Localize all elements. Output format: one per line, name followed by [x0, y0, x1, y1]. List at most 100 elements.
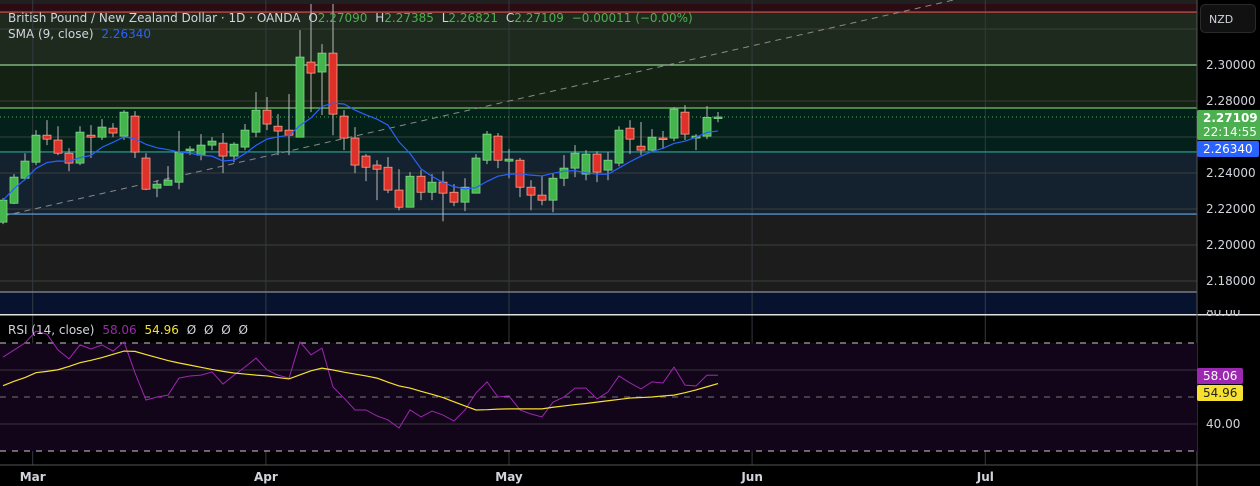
candle-down — [42, 134, 52, 140]
top-strip — [0, 0, 1197, 4]
currency-button[interactable]: NZD — [1200, 4, 1256, 33]
candle-up — [427, 181, 437, 193]
candle-down — [53, 139, 63, 154]
time-axis-label: Jun — [741, 470, 763, 484]
candle-up — [405, 175, 415, 208]
candle-down — [680, 111, 690, 135]
candle-down — [306, 61, 316, 74]
candle-up — [713, 116, 723, 119]
candle-up — [163, 179, 173, 186]
candle-down — [372, 164, 382, 170]
sma-price-tag: 2.26340 — [1197, 141, 1259, 157]
candle-down — [383, 166, 393, 191]
candle-down — [339, 115, 349, 139]
time-axis-label: May — [495, 470, 523, 484]
candle-up — [559, 167, 569, 179]
candle-up — [647, 136, 657, 151]
price-axis-label: 2.28000 — [1206, 94, 1256, 108]
sma-label: SMA (9, close) — [8, 27, 94, 41]
candle-down — [108, 127, 118, 134]
candle-up — [207, 140, 217, 146]
ohlc-close: C2.27109 — [506, 11, 564, 25]
change-value: −0.00011 (−0.00%) — [571, 11, 693, 25]
ohlc-open: O2.27090 — [308, 11, 367, 25]
price-zone — [0, 108, 1197, 152]
rsi-band — [0, 343, 1197, 451]
candle-up — [240, 129, 250, 148]
candle-up — [581, 153, 591, 175]
rsi-legend[interactable]: RSI (14, close) 58.06 54.96 Ø Ø Ø Ø — [8, 323, 252, 337]
candle-up — [570, 152, 580, 169]
rsi-extra-value: Ø — [238, 323, 248, 337]
bar-countdown: 22:14:55 — [1203, 125, 1257, 139]
candle-up — [97, 126, 107, 138]
candle-up — [185, 148, 195, 151]
candle-down — [86, 134, 96, 138]
candle-down — [262, 109, 272, 125]
rsi-ma-tag: 54.96 — [1197, 385, 1244, 401]
candle-down — [273, 125, 283, 132]
candle-up — [0, 199, 8, 223]
candle-up — [548, 177, 558, 201]
rsi-axis-label: 40.00 — [1206, 417, 1241, 431]
candle-down — [658, 137, 668, 140]
sma-value: 2.26340 — [101, 27, 151, 41]
candle-down — [218, 142, 228, 157]
candle-up — [603, 159, 613, 171]
high-label: H — [375, 11, 385, 25]
candle-up — [229, 143, 239, 157]
candle-up — [152, 183, 162, 189]
candle-up — [317, 52, 327, 73]
candle-down — [141, 157, 151, 190]
time-axis-label: Mar — [19, 470, 46, 484]
price-axis-label: 2.30000 — [1206, 58, 1256, 72]
price-zone — [0, 65, 1197, 109]
close-label: C — [505, 11, 515, 25]
rsi-ma-value: 54.96 — [144, 323, 179, 337]
symbol-title: British Pound / New Zealand Dollar · 1D … — [8, 11, 301, 25]
candle-down — [350, 137, 360, 166]
candle-down — [328, 52, 338, 115]
candle-up — [20, 160, 30, 179]
candle-down — [416, 175, 426, 193]
pane-separator — [0, 314, 1260, 316]
candle-up — [174, 151, 184, 183]
rsi-extra-value: Ø — [186, 323, 197, 337]
candle-down — [449, 191, 459, 203]
candle-down — [493, 135, 503, 161]
candle-down — [625, 127, 635, 140]
ohlc-low: L2.26821 — [442, 11, 498, 25]
close-value: 2.27109 — [514, 11, 564, 25]
candle-up — [614, 129, 624, 164]
candle-up — [669, 108, 679, 139]
candle-down — [592, 153, 602, 173]
candle-down — [361, 155, 371, 168]
low-value: 2.26821 — [448, 11, 499, 25]
candle-up — [504, 158, 514, 162]
last-price: 2.27109 — [1203, 111, 1258, 125]
candle-up — [251, 109, 261, 133]
open-value: 2.27090 — [317, 11, 368, 25]
candle-down — [537, 194, 547, 201]
rsi-extra-value: Ø — [203, 323, 214, 337]
time-axis-label: Jul — [976, 470, 994, 484]
rsi-value-tag: 58.06 — [1197, 368, 1244, 384]
candle-down — [526, 186, 536, 196]
price-axis-label: 2.18000 — [1206, 274, 1256, 288]
open-label: O — [308, 11, 318, 25]
ohlc-high: H2.27385 — [375, 11, 434, 25]
high-value: 2.27385 — [384, 11, 434, 25]
rsi-extra-value: Ø — [221, 323, 231, 337]
time-axis-label: Apr — [253, 470, 278, 484]
last-price-tag: 2.27109 22:14:55 — [1197, 110, 1260, 140]
price-axis-label: 2.22000 — [1206, 202, 1256, 216]
candle-up — [482, 133, 492, 161]
price-zone — [0, 291, 1197, 314]
rsi-value: 58.06 — [102, 323, 137, 337]
sma-legend[interactable]: SMA (9, close) 2.26340 — [8, 27, 155, 41]
candle-down — [394, 189, 404, 208]
symbol-legend: British Pound / New Zealand Dollar · 1D … — [8, 11, 697, 25]
rsi-axis-label: 80.00 — [1206, 310, 1241, 319]
candle-up — [196, 144, 206, 156]
chart-canvas[interactable] — [0, 0, 1260, 486]
